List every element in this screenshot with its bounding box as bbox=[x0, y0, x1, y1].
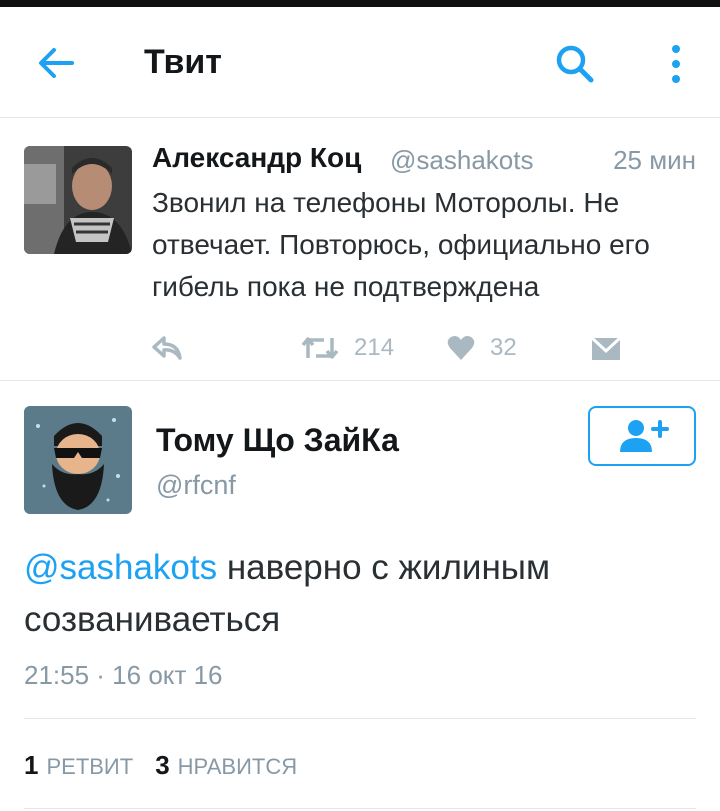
more-options-button[interactable] bbox=[664, 41, 688, 87]
app-header: Твит bbox=[0, 7, 720, 118]
reply-icon bbox=[152, 336, 182, 360]
tweet-time: 25 мин bbox=[613, 145, 696, 175]
status-bar bbox=[0, 0, 720, 7]
retweet-button[interactable]: 214 bbox=[300, 328, 394, 368]
direct-message-icon bbox=[590, 336, 622, 360]
reply-author-name[interactable]: Тому Що ЗайКа bbox=[156, 422, 399, 459]
reply-author-handle[interactable]: @rfcnf bbox=[156, 470, 236, 501]
like-button[interactable]: 32 bbox=[446, 328, 517, 368]
page-title: Твит bbox=[144, 43, 222, 81]
mention-link[interactable]: @sashakots bbox=[24, 548, 217, 587]
back-arrow-icon bbox=[39, 48, 74, 78]
reply-avatar[interactable] bbox=[24, 406, 132, 514]
heart-icon bbox=[447, 336, 475, 360]
reply-timestamp: 21:55 · 16 окт 16 bbox=[24, 660, 223, 690]
direct-message-button[interactable] bbox=[590, 328, 622, 368]
tweet-text: Звонил на телефоны Моторолы. Не отвечает… bbox=[152, 187, 650, 302]
divider bbox=[24, 808, 696, 809]
engagement-stats: 1 РЕТВИТ 3 НРАВИТСЯ bbox=[24, 750, 319, 781]
retweet-count: 214 bbox=[354, 334, 395, 361]
like-count: 32 bbox=[490, 334, 517, 361]
author-photo bbox=[24, 146, 132, 254]
likes-label[interactable]: НРАВИТСЯ bbox=[178, 754, 297, 780]
avatar[interactable] bbox=[24, 146, 132, 254]
retweets-label[interactable]: РЕТВИТ bbox=[46, 754, 133, 780]
retweets-count[interactable]: 1 bbox=[24, 750, 38, 781]
reply-text: @sashakots наверно с жилиным созванивает… bbox=[24, 542, 704, 646]
tweet-actions: 214 32 bbox=[0, 328, 720, 368]
search-icon bbox=[556, 45, 594, 83]
likes-count[interactable]: 3 bbox=[155, 750, 169, 781]
author-name[interactable]: Александр Коц bbox=[152, 142, 361, 174]
follow-button[interactable] bbox=[588, 406, 696, 466]
more-vertical-icon bbox=[672, 45, 680, 83]
retweet-icon bbox=[301, 337, 339, 359]
author-handle[interactable]: @sashakots bbox=[390, 145, 533, 176]
back-button[interactable] bbox=[34, 41, 78, 85]
search-button[interactable] bbox=[552, 41, 598, 87]
bearded-man-avatar bbox=[24, 406, 132, 514]
original-tweet[interactable]: Александр Коц @sashakots 25 мин Звонил н… bbox=[0, 118, 720, 381]
add-user-icon bbox=[620, 420, 669, 452]
reply-button[interactable] bbox=[150, 328, 184, 368]
divider bbox=[24, 718, 696, 719]
